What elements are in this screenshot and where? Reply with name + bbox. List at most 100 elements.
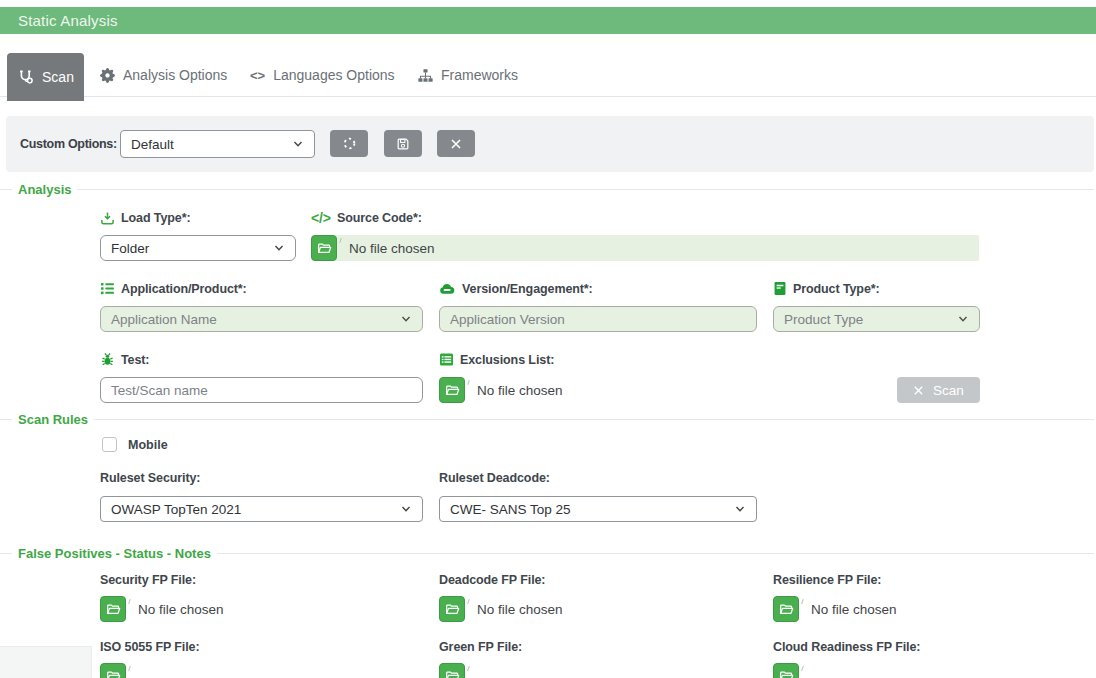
test-label: Test: bbox=[100, 352, 423, 367]
folder-open-icon bbox=[779, 602, 794, 617]
reload-options-button[interactable] bbox=[330, 130, 368, 157]
tab-analysis-options[interactable]: Analysis Options bbox=[100, 53, 227, 97]
scan-rules-legend: Scan Rules bbox=[0, 412, 1094, 427]
close-icon bbox=[913, 385, 924, 396]
page-title-bar: Static Analysis bbox=[0, 7, 1096, 34]
version-label: Version/Engagement*: bbox=[439, 281, 757, 296]
browse-folder-button[interactable] bbox=[773, 663, 799, 678]
tab-scan-label: Scan bbox=[42, 69, 74, 85]
test-input[interactable]: Test/Scan name bbox=[100, 377, 423, 403]
mobile-label: Mobile bbox=[128, 438, 168, 452]
green-fp-file-input[interactable] bbox=[439, 663, 757, 678]
folder-open-icon bbox=[317, 241, 332, 256]
custom-options-label: Custom Options: bbox=[20, 116, 117, 172]
page-title: Static Analysis bbox=[18, 12, 118, 29]
code-icon: </> bbox=[311, 210, 331, 226]
security-fp-file-input[interactable]: No file chosen bbox=[100, 596, 423, 622]
folder-open-icon bbox=[445, 602, 460, 617]
gear-icon bbox=[100, 68, 115, 83]
tab-bar: Scan Analysis Options <> Languages Optio… bbox=[0, 53, 1096, 97]
stethoscope-icon bbox=[17, 69, 34, 86]
folder-open-icon bbox=[779, 669, 794, 678]
tab-frameworks[interactable]: Frameworks bbox=[418, 53, 518, 97]
static-analysis-page: Static Analysis Scan Analysis Options <>… bbox=[0, 0, 1096, 678]
browse-folder-button[interactable] bbox=[439, 596, 465, 622]
bottom-left-panel bbox=[0, 646, 92, 678]
chevron-down-icon bbox=[273, 242, 285, 254]
cloud-readiness-fp-file-input[interactable] bbox=[773, 663, 980, 678]
mobile-checkbox[interactable] bbox=[102, 437, 117, 452]
security-fp-file-text: No file chosen bbox=[138, 602, 224, 617]
folder-open-icon bbox=[445, 669, 460, 678]
exclusions-file-input[interactable]: No file chosen bbox=[439, 377, 757, 403]
chevron-down-icon bbox=[400, 503, 412, 515]
bug-icon bbox=[100, 352, 115, 367]
test-placeholder: Test/Scan name bbox=[111, 383, 208, 398]
tab-scan[interactable]: Scan bbox=[7, 53, 84, 101]
close-icon bbox=[450, 138, 462, 150]
exclusions-file-text: No file chosen bbox=[477, 383, 563, 398]
cloud-icon bbox=[439, 281, 456, 296]
browse-folder-button[interactable] bbox=[439, 377, 465, 403]
browse-folder-button[interactable] bbox=[773, 596, 799, 622]
mobile-checkbox-row: Mobile bbox=[102, 437, 168, 452]
false-positives-legend-text: False Positives - Status - Notes bbox=[18, 546, 211, 561]
version-placeholder: Application Version bbox=[450, 312, 565, 327]
resilience-fp-file-text: No file chosen bbox=[811, 602, 897, 617]
resilience-fp-label: Resilience FP File: bbox=[773, 573, 980, 587]
load-type-select[interactable]: Folder bbox=[100, 235, 296, 261]
resilience-fp-file-input[interactable]: No file chosen bbox=[773, 596, 980, 622]
code-icon: <> bbox=[250, 68, 265, 83]
browse-folder-button[interactable] bbox=[311, 235, 337, 261]
ruleset-security-value: OWASP TopTen 2021 bbox=[111, 502, 241, 517]
chevron-down-icon bbox=[734, 503, 746, 515]
browse-folder-button[interactable] bbox=[439, 663, 465, 678]
source-code-label: </> Source Code*: bbox=[311, 210, 979, 226]
deadcode-fp-file-text: No file chosen bbox=[477, 602, 563, 617]
scan-button[interactable]: Scan bbox=[897, 377, 980, 403]
source-code-file-input[interactable]: No file chosen bbox=[311, 235, 979, 261]
ruleset-deadcode-label: Ruleset Deadcode: bbox=[439, 471, 757, 485]
iso5055-fp-label: ISO 5055 FP File: bbox=[100, 640, 423, 654]
deadcode-fp-file-input[interactable]: No file chosen bbox=[439, 596, 757, 622]
sitemap-icon bbox=[418, 68, 433, 83]
browse-folder-button[interactable] bbox=[100, 596, 126, 622]
tab-languages-options[interactable]: <> Languages Options bbox=[250, 53, 395, 97]
chevron-down-icon bbox=[292, 138, 304, 150]
folder-open-icon bbox=[106, 602, 121, 617]
load-type-label: Load Type*: bbox=[100, 210, 296, 226]
tab-frameworks-label: Frameworks bbox=[441, 67, 518, 83]
product-type-placeholder: Product Type bbox=[784, 312, 863, 327]
custom-options-panel: Custom Options: Default bbox=[6, 116, 1094, 172]
iso5055-fp-file-input[interactable] bbox=[100, 663, 423, 678]
download-icon bbox=[100, 211, 115, 226]
table-list-icon bbox=[439, 352, 454, 367]
product-type-select[interactable]: Product Type bbox=[773, 306, 980, 332]
save-icon bbox=[396, 137, 410, 151]
ruleset-security-label: Ruleset Security: bbox=[100, 471, 423, 485]
save-options-button[interactable] bbox=[384, 130, 422, 157]
cloud-readiness-fp-label: Cloud Readiness FP File: bbox=[773, 640, 980, 654]
tab-analysis-options-label: Analysis Options bbox=[123, 67, 227, 83]
custom-options-value: Default bbox=[131, 137, 174, 152]
green-fp-label: Green FP File: bbox=[439, 640, 757, 654]
version-input[interactable]: Application Version bbox=[439, 306, 757, 332]
chevron-down-icon bbox=[957, 313, 969, 325]
scan-rules-legend-text: Scan Rules bbox=[18, 412, 88, 427]
application-placeholder: Application Name bbox=[111, 312, 217, 327]
application-select[interactable]: Application Name bbox=[100, 306, 423, 332]
folder-open-icon bbox=[106, 669, 121, 678]
exclusions-label: Exclusions List: bbox=[439, 352, 757, 367]
ruleset-deadcode-value: CWE- SANS Top 25 bbox=[450, 502, 571, 517]
browse-folder-button[interactable] bbox=[100, 663, 126, 678]
load-type-value: Folder bbox=[111, 241, 149, 256]
ruleset-security-select[interactable]: OWASP TopTen 2021 bbox=[100, 496, 423, 522]
false-positives-legend: False Positives - Status - Notes bbox=[0, 546, 1094, 561]
security-fp-label: Security FP File: bbox=[100, 573, 423, 587]
clear-options-button[interactable] bbox=[437, 130, 475, 157]
tab-languages-options-label: Languages Options bbox=[273, 67, 394, 83]
product-type-label: Product Type*: bbox=[773, 281, 980, 296]
custom-options-select[interactable]: Default bbox=[120, 130, 315, 158]
deadcode-fp-label: Deadcode FP File: bbox=[439, 573, 757, 587]
ruleset-deadcode-select[interactable]: CWE- SANS Top 25 bbox=[439, 496, 757, 522]
